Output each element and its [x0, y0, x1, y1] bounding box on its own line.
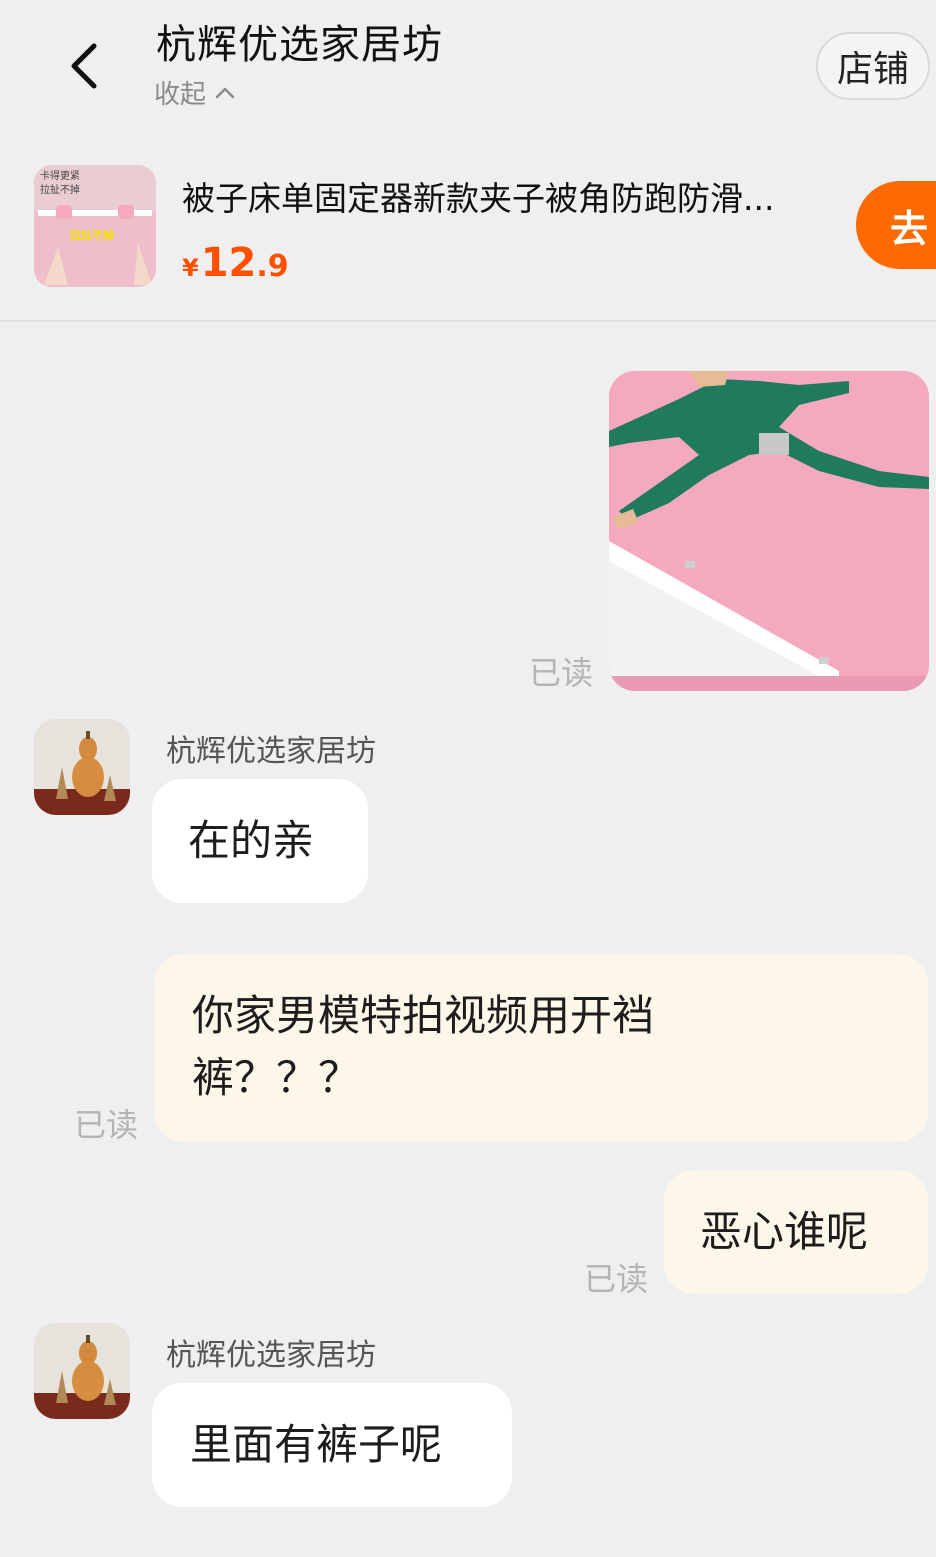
store-button[interactable]: 店铺 [816, 32, 930, 100]
sender-name: 杭辉优选家居坊 [166, 1338, 376, 1373]
chevron-left-icon [71, 43, 97, 89]
thumb-text-2: 拉扯不掉 [40, 183, 80, 196]
price-symbol: ¥ [182, 254, 199, 282]
shop-avatar[interactable] [34, 1323, 130, 1419]
thumb-text-3: 拉扯不掉 [70, 228, 114, 242]
message-bubble[interactable]: 恶心谁呢 [664, 1170, 928, 1294]
product-price: ¥ 12 .9 [182, 240, 289, 286]
price-integer: 12 [200, 240, 257, 286]
back-button[interactable] [56, 36, 112, 96]
read-status: 已读 [74, 1106, 139, 1144]
collapse-toggle[interactable]: 收起 [154, 74, 236, 111]
chat-header: 杭辉优选家居坊 收起 店铺 [0, 0, 936, 140]
collapse-label: 收起 [154, 80, 207, 110]
product-card[interactable]: 卡得更紧 拉扯不掉 拉扯不掉 被子床单固定器新款夹子被角防跑防滑... ¥ 12… [0, 140, 936, 322]
chevron-up-icon [215, 87, 235, 98]
thumb-text-1: 卡得更紧 [40, 169, 80, 182]
read-status: 已读 [584, 1260, 649, 1298]
product-title[interactable]: 被子床单固定器新款夹子被角防跑防滑... [182, 172, 852, 220]
shop-avatar[interactable] [34, 719, 130, 815]
read-status: 已读 [529, 654, 594, 692]
sent-image[interactable] [609, 371, 929, 691]
message-bubble[interactable]: 在的亲 [152, 779, 368, 903]
message-line: 你家男模特拍视频用开裆 [192, 991, 655, 1040]
go-buy-button[interactable]: 去 [856, 181, 936, 269]
message-bubble[interactable]: 你家男模特拍视频用开裆 裤？？？ [154, 954, 928, 1142]
product-thumbnail[interactable]: 卡得更紧 拉扯不掉 拉扯不掉 [34, 165, 156, 287]
shop-title: 杭辉优选家居坊 [156, 22, 443, 68]
price-decimal: .9 [256, 249, 289, 284]
sender-name: 杭辉优选家居坊 [166, 734, 376, 769]
message-line: 裤？？？ [192, 1053, 361, 1102]
message-bubble[interactable]: 里面有裤子呢 [152, 1383, 512, 1507]
